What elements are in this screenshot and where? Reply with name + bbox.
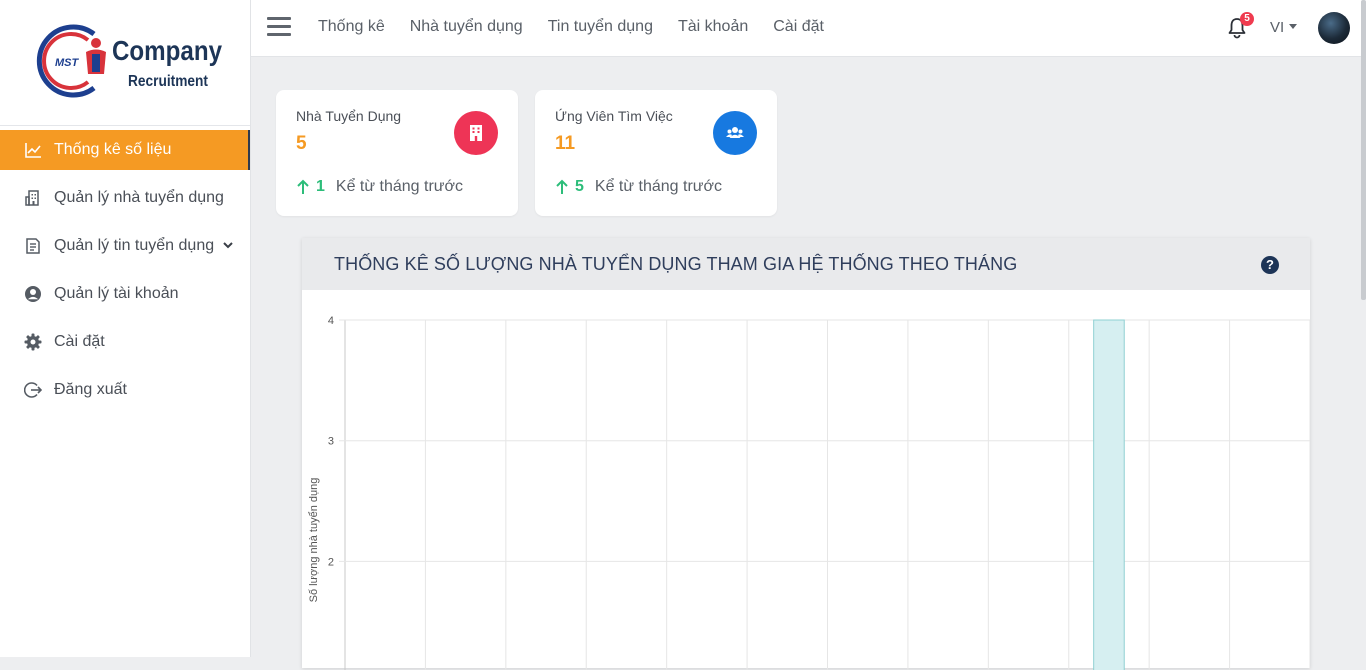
users-icon xyxy=(726,127,744,138)
company-logo[interactable]: MST Company Recruitment xyxy=(36,22,236,102)
stat-icon-circle xyxy=(713,111,757,155)
sidebar-item-employers[interactable]: Quản lý nhà tuyển dụng xyxy=(0,178,250,218)
stat-trend: 1 Kể từ tháng trước xyxy=(296,178,463,196)
y-tick-label: 3 xyxy=(328,436,334,448)
nav-employers[interactable]: Nhà tuyển dụng xyxy=(410,18,523,36)
panel-header: THỐNG KÊ SỐ LƯỢNG NHÀ TUYỂN DỤNG THAM GI… xyxy=(302,238,1310,290)
help-icon[interactable]: ? xyxy=(1261,256,1279,274)
sidebar-item-job-posts[interactable]: Quản lý tin tuyển dụng xyxy=(0,226,250,266)
logout-icon xyxy=(24,382,42,398)
hamburger-menu-icon[interactable] xyxy=(267,17,291,39)
stat-icon-circle xyxy=(454,111,498,155)
chart-bar[interactable] xyxy=(1093,319,1125,670)
chart-line-icon xyxy=(25,143,41,158)
nav-job-posts[interactable]: Tin tuyển dụng xyxy=(548,18,653,36)
panel-title: THỐNG KÊ SỐ LƯỢNG NHÀ TUYỂN DỤNG THAM GI… xyxy=(334,254,1018,274)
arrow-up-icon xyxy=(297,179,309,194)
stat-change: 5 xyxy=(575,178,584,195)
chart-grid xyxy=(339,319,1310,670)
nav-statistics[interactable]: Thống kê xyxy=(318,18,385,36)
stat-change-text: Kể từ tháng trước xyxy=(335,178,463,195)
language-selector[interactable]: VI xyxy=(1270,19,1284,36)
y-axis-label: Số lượng nhà tuyển dụng xyxy=(308,478,320,603)
stat-change-text: Kể từ tháng trước xyxy=(594,178,722,195)
logo-name: Company xyxy=(112,35,222,66)
stat-value: 11 xyxy=(555,133,576,154)
caret-down-icon[interactable] xyxy=(1289,24,1297,29)
divider xyxy=(0,125,250,126)
avatar[interactable] xyxy=(1318,12,1350,44)
y-tick-label: 4 xyxy=(328,315,334,327)
sidebar-item-settings[interactable]: Cài đặt xyxy=(0,322,250,362)
gear-icon xyxy=(24,333,42,351)
document-list-icon xyxy=(26,238,40,254)
sidebar-item-label: Quản lý tin tuyển dụng xyxy=(54,237,215,254)
arrow-up-icon xyxy=(556,179,568,194)
stat-value: 5 xyxy=(296,133,307,154)
sidebar: MST Company Recruitment Thống kê số liệu… xyxy=(0,0,251,657)
building-icon xyxy=(470,125,482,141)
top-nav: Thống kê Nhà tuyển dụng Tin tuyển dụng T… xyxy=(318,18,849,36)
bar-chart: Số lượng nhà tuyển dụng 2 3 4 xyxy=(308,315,1310,670)
sidebar-item-logout[interactable]: Đăng xuất xyxy=(0,370,250,410)
top-navbar: Thống kê Nhà tuyển dụng Tin tuyển dụng T… xyxy=(251,0,1366,57)
stat-title: Nhà Tuyển Dụng xyxy=(296,108,402,124)
chevron-down-icon[interactable] xyxy=(222,239,234,251)
y-tick-label: 2 xyxy=(328,556,334,568)
nav-accounts[interactable]: Tài khoản xyxy=(678,18,748,36)
y-axis-ticks: 2 3 4 xyxy=(328,315,334,568)
sidebar-item-label: Đăng xuất xyxy=(54,381,127,398)
stat-change: 1 xyxy=(316,178,325,195)
sidebar-item-label: Quản lý tài khoản xyxy=(54,285,179,302)
sidebar-item-statistics[interactable]: Thống kê số liệu xyxy=(0,130,250,170)
nav-settings[interactable]: Cài đặt xyxy=(773,18,824,36)
chart-bars xyxy=(1093,319,1125,670)
sidebar-item-label: Thống kê số liệu xyxy=(54,141,172,158)
user-circle-icon xyxy=(25,286,41,302)
stat-trend: 5 Kể từ tháng trước xyxy=(555,178,722,196)
building-icon xyxy=(25,190,39,206)
sidebar-item-accounts[interactable]: Quản lý tài khoản xyxy=(0,274,250,314)
notification-badge: 5 xyxy=(1240,12,1254,26)
sidebar-menu: Thống kê số liệu Quản lý nhà tuyển dụng … xyxy=(0,130,250,418)
stat-title: Ứng Viên Tìm Việc xyxy=(555,108,673,124)
scrollbar[interactable] xyxy=(1361,0,1366,300)
sidebar-item-label: Quản lý nhà tuyển dụng xyxy=(54,189,224,206)
sidebar-item-label: Cài đặt xyxy=(54,333,105,350)
stat-card-candidates: Ứng Viên Tìm Việc 11 5 Kể từ tháng trước xyxy=(535,90,777,216)
employer-stats-panel: THỐNG KÊ SỐ LƯỢNG NHÀ TUYỂN DỤNG THAM GI… xyxy=(302,238,1310,670)
stat-card-employers: Nhà Tuyển Dụng 5 1 Kể từ tháng trước xyxy=(276,90,518,216)
logo-tagline: Recruitment xyxy=(128,73,209,90)
logo-badge-text: MST xyxy=(55,57,80,69)
